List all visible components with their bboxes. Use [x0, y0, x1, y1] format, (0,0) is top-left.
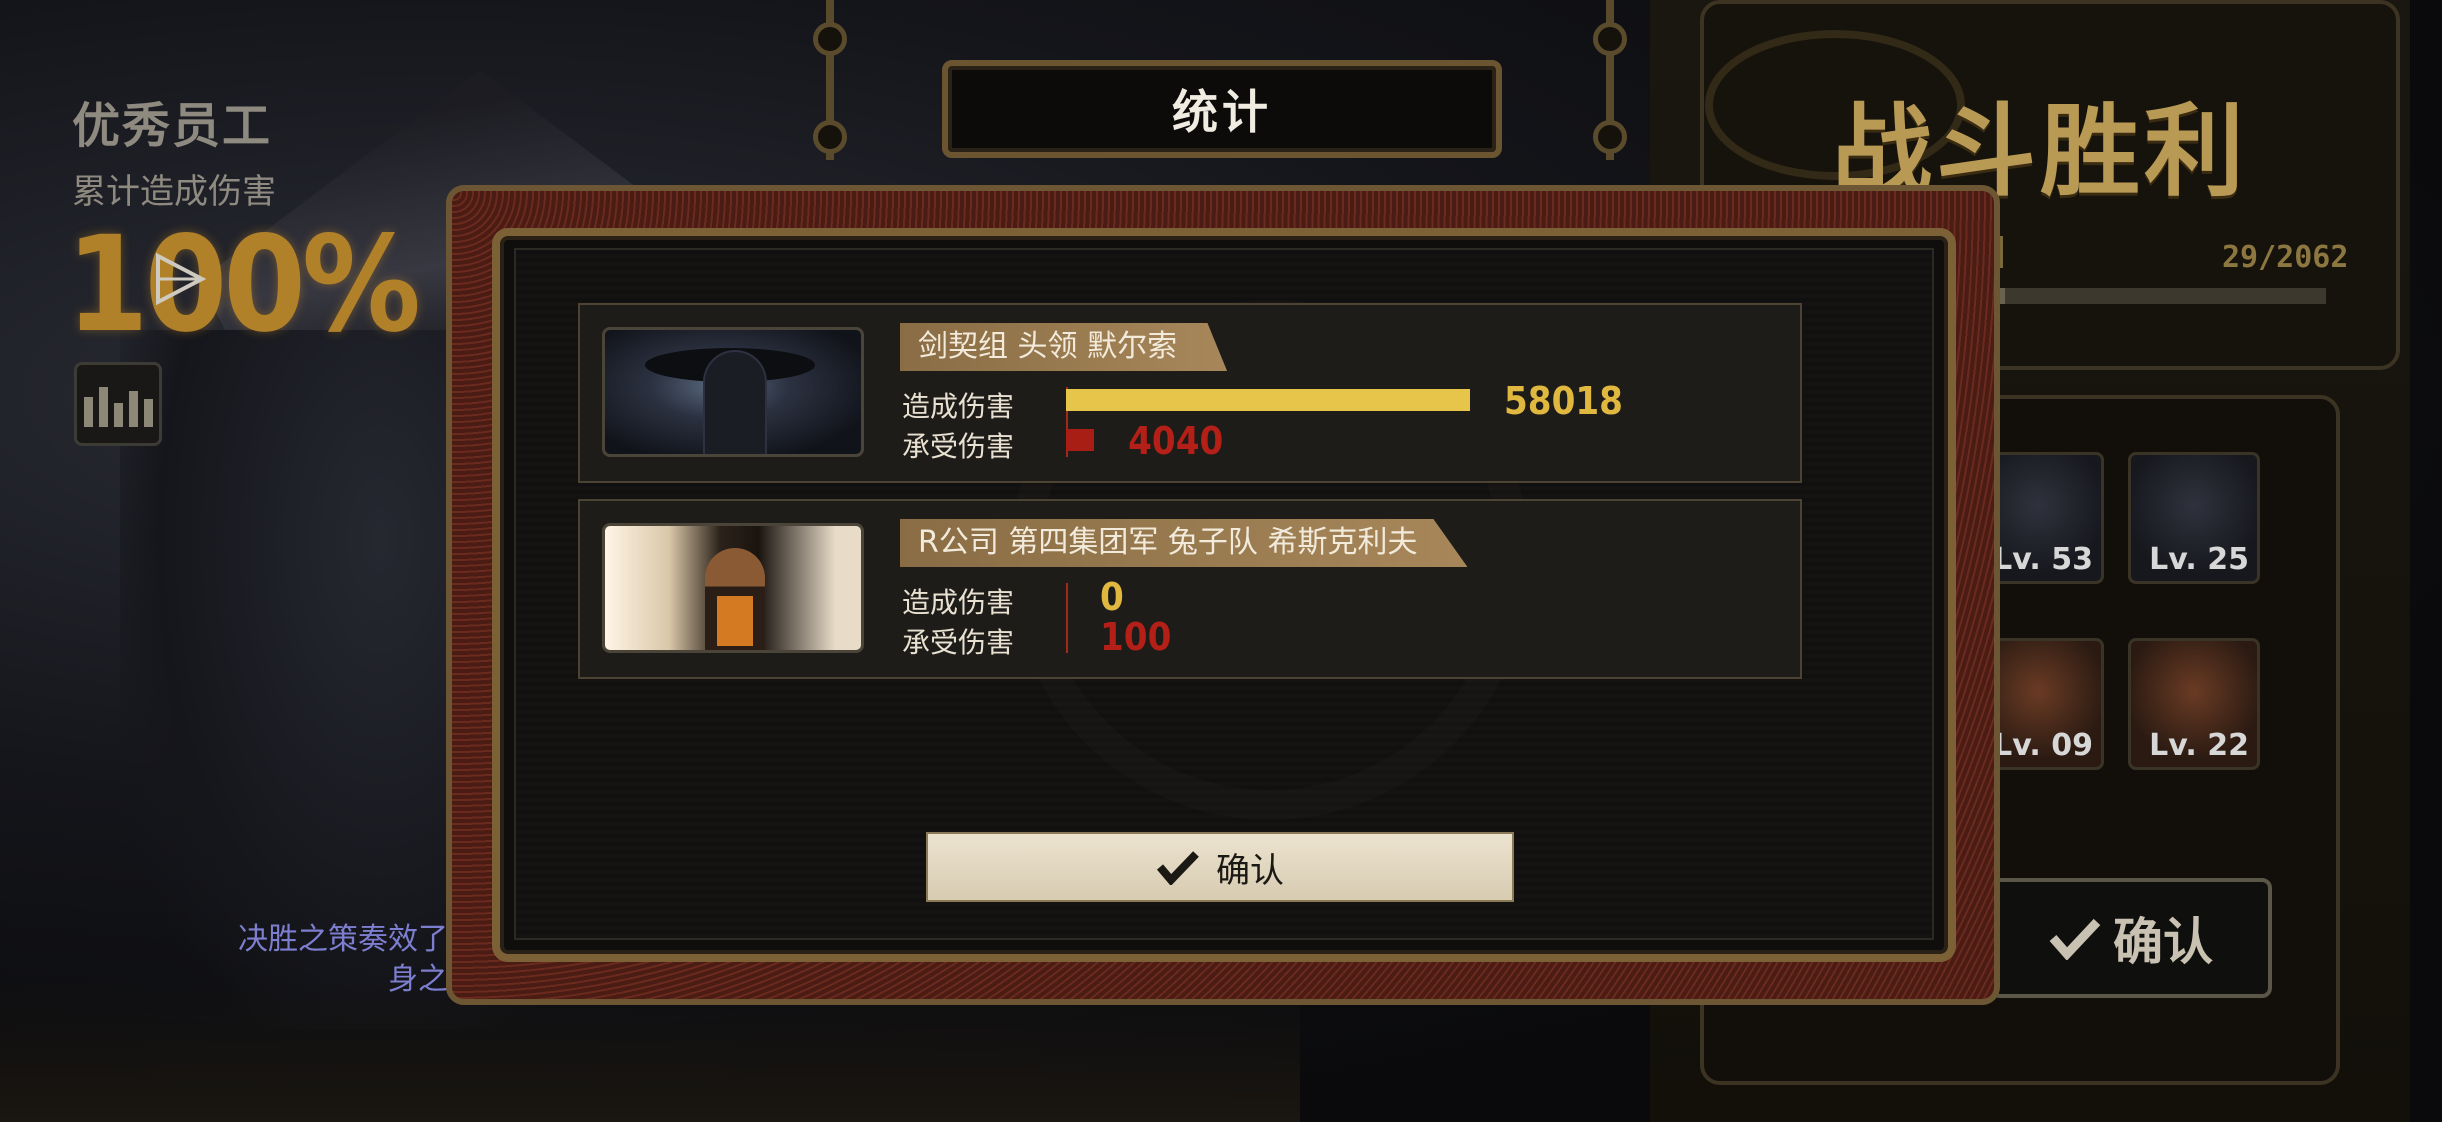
mvp-subtitle: 累计造成伤害: [72, 172, 276, 212]
dealt-label: 造成伤害: [902, 586, 1015, 619]
stats-icon[interactable]: [74, 362, 162, 446]
confirm-label: 确认: [1216, 850, 1284, 891]
portrait-level: Lv. 09: [1993, 728, 2093, 763]
mvp-percent: 100%: [66, 208, 421, 362]
pipe-knob: [1593, 22, 1627, 56]
taken-label: 承受伤害: [902, 430, 1015, 463]
result-confirm-label: 确认: [2113, 913, 2213, 971]
taken-label: 承受伤害: [902, 626, 1015, 659]
dealt-value: 58018: [1504, 379, 1623, 423]
taken-value: 100: [1100, 615, 1172, 659]
character-name: 剑契组 头领 默尔索: [900, 323, 1228, 371]
check-icon: [1156, 851, 1199, 885]
play-icon[interactable]: [150, 250, 208, 308]
result-confirm-button[interactable]: 确认: [1990, 878, 2272, 998]
stats-header: 统计: [942, 60, 1502, 158]
pipe-knob: [813, 22, 847, 56]
character-avatar: [602, 523, 864, 653]
stats-title: 统计: [1172, 85, 1272, 139]
confirm-button[interactable]: 确认: [926, 832, 1514, 902]
exp-progress-fill: [2000, 288, 2005, 304]
mvp-title: 优秀员工: [72, 98, 273, 154]
character-name: R公司 第四集团军 兔子队 希斯克利夫: [900, 519, 1468, 567]
skill-message: 决胜之策奏效了 身之: [238, 922, 448, 997]
bar-axis: [1066, 583, 1068, 653]
pipe-knob: [813, 120, 847, 154]
damage-card: R公司 第四集团军 兔子队 希斯克利夫 造成伤害 承受伤害 0 100: [578, 499, 1802, 679]
party-portrait[interactable]: Lv. 25: [2128, 452, 2260, 584]
character-avatar: [602, 327, 864, 457]
check-icon: [2049, 918, 2101, 960]
taken-bar: [1066, 429, 1095, 451]
damage-card: 剑契组 头领 默尔索 造成伤害 承受伤害 58018 4040: [578, 303, 1802, 483]
dealt-value: 0: [1100, 575, 1124, 619]
party-portrait[interactable]: Lv. 22: [2128, 638, 2260, 770]
dealt-bar: [1066, 389, 1470, 411]
dealt-label: 造成伤害: [902, 390, 1015, 423]
portrait-level: Lv. 53: [1993, 542, 2093, 577]
exp-progress-text: 29/2062: [2222, 240, 2349, 275]
portrait-level: Lv. 25: [2149, 542, 2249, 577]
portrait-level: Lv. 22: [2149, 728, 2249, 763]
pipe-knob: [1593, 120, 1627, 154]
exp-progress-track: [2000, 288, 2326, 304]
taken-value: 4040: [1128, 419, 1224, 463]
